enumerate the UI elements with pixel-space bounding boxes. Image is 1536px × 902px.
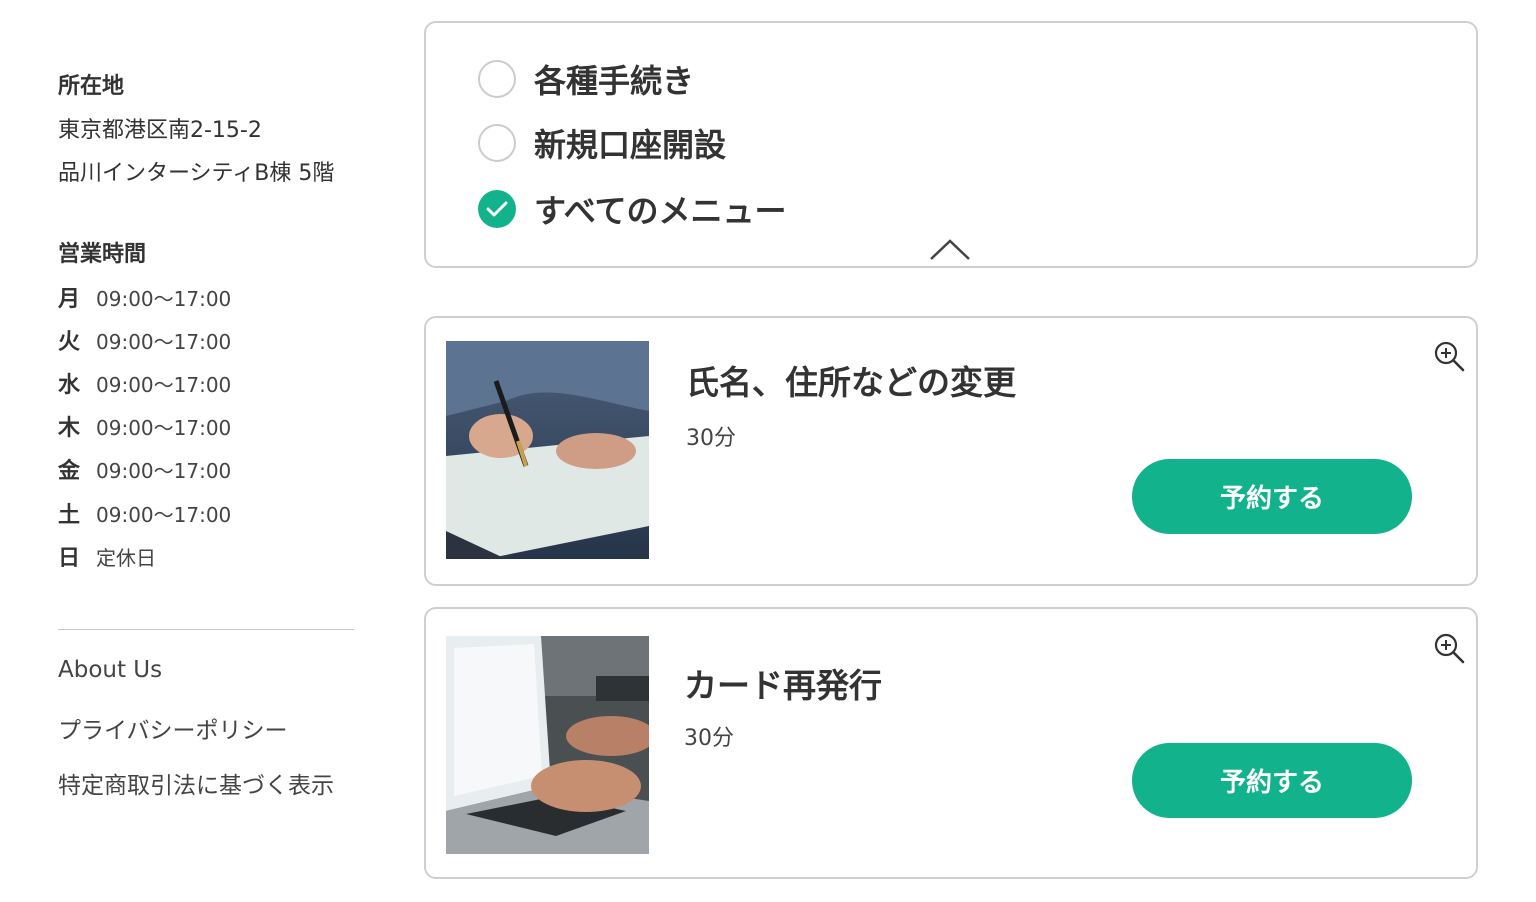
- hours-row-fri: 金 09:00〜17:00: [58, 454, 232, 485]
- zoom-in-icon[interactable]: [1432, 339, 1466, 373]
- privacy-policy-link[interactable]: プライバシーポリシー: [58, 711, 288, 745]
- hours-day: 水: [58, 373, 81, 398]
- hours-time: 09:00〜17:00: [96, 372, 232, 397]
- address-line-1: 東京都港区南2-15-2: [58, 118, 262, 143]
- radio-unchecked-icon[interactable]: [478, 124, 516, 162]
- chevron-up-icon[interactable]: [928, 237, 972, 263]
- radio-checked-icon[interactable]: [478, 190, 516, 228]
- hours-day: 木: [58, 416, 81, 441]
- hours-day: 土: [58, 503, 81, 528]
- laptop-typing-photo: [446, 636, 649, 854]
- hours-time: 09:00〜17:00: [96, 458, 232, 483]
- reserve-button[interactable]: 予約する: [1132, 459, 1412, 534]
- hours-time: 09:00〜17:00: [96, 415, 232, 440]
- hours-row-sat: 土 09:00〜17:00: [58, 498, 232, 529]
- filter-option-label: すべてのメニュー: [534, 192, 787, 230]
- hours-time: 定休日: [96, 545, 156, 570]
- location-title: 所在地: [58, 74, 125, 99]
- filter-option-label: 新規口座開設: [534, 126, 727, 164]
- reserve-button[interactable]: 予約する: [1132, 743, 1412, 818]
- commercial-law-link[interactable]: 特定商取引法に基づく表示: [58, 766, 334, 800]
- service-title: カード再発行: [684, 666, 882, 705]
- service-duration: 30分: [686, 426, 736, 451]
- hours-row-mon: 月 09:00〜17:00: [58, 282, 232, 313]
- hours-time: 09:00〜17:00: [96, 502, 232, 527]
- hours-day: 金: [58, 459, 81, 484]
- signing-document-photo: [446, 341, 649, 559]
- hours-title: 営業時間: [58, 242, 147, 267]
- hours-day: 火: [58, 330, 81, 355]
- hours-time: 09:00〜17:00: [96, 329, 232, 354]
- hours-day: 月: [58, 287, 81, 312]
- hours-row-tue: 火 09:00〜17:00: [58, 325, 232, 356]
- service-title: 氏名、住所などの変更: [686, 363, 1016, 402]
- hours-day: 日: [58, 546, 81, 571]
- address-line-2: 品川インターシティB棟 5階: [58, 161, 335, 186]
- about-us-link[interactable]: About Us: [58, 657, 162, 683]
- filter-option-label: 各種手続き: [534, 62, 695, 100]
- filter-option-procedures[interactable]: 各種手続き: [478, 57, 694, 101]
- radio-unchecked-icon[interactable]: [478, 60, 516, 98]
- hours-time: 09:00〜17:00: [96, 286, 232, 311]
- hours-row-thu: 木 09:00〜17:00: [58, 411, 232, 442]
- service-card: カード再発行 30分 予約する: [424, 607, 1478, 879]
- filter-option-new-account[interactable]: 新規口座開設: [478, 121, 726, 165]
- filter-option-all-menus[interactable]: すべてのメニュー: [478, 187, 786, 231]
- service-duration: 30分: [684, 726, 734, 751]
- menu-filter: 各種手続き 新規口座開設 すべてのメニュー: [424, 21, 1478, 268]
- zoom-in-icon[interactable]: [1432, 631, 1466, 665]
- hours-row-wed: 水 09:00〜17:00: [58, 368, 232, 399]
- hours-row-sun: 日 定休日: [58, 541, 156, 572]
- sidebar-divider: [58, 629, 354, 630]
- service-card: 氏名、住所などの変更 30分 予約する: [424, 316, 1478, 586]
